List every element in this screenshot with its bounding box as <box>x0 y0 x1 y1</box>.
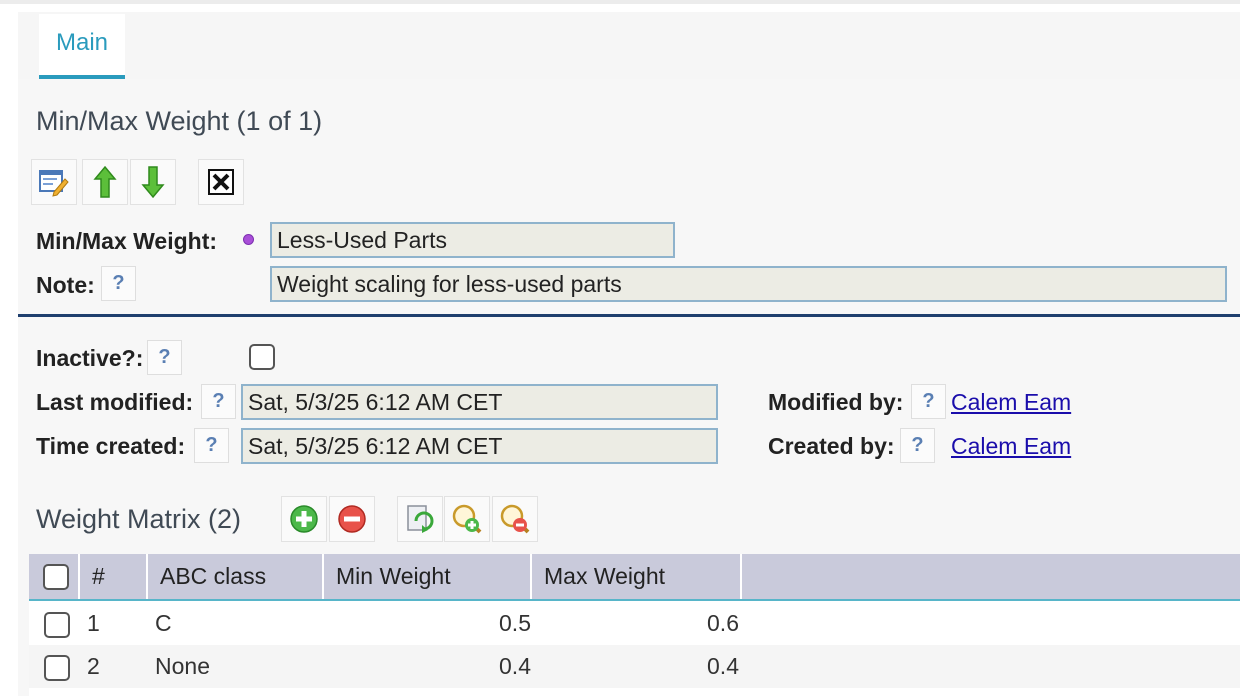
tab-bar: Main <box>18 12 1240 79</box>
column-header-max-weight[interactable]: Max Weight <box>532 554 742 599</box>
weight-matrix-grid: # ABC class Min Weight Max Weight 1 C 0.… <box>29 554 1240 696</box>
note-field[interactable]: Weight scaling for less-used parts <box>270 266 1227 302</box>
weight-label: Min/Max Weight: <box>36 228 218 254</box>
column-header-number[interactable]: # <box>80 554 148 599</box>
close-button[interactable] <box>198 159 244 205</box>
tab-main[interactable]: Main <box>39 14 125 79</box>
row-number: 1 <box>87 610 100 636</box>
grid-header: # ABC class Min Weight Max Weight <box>29 554 1240 601</box>
last-modified-label: Last modified: <box>36 389 194 415</box>
edit-icon <box>39 170 69 197</box>
remove-row-button[interactable] <box>329 496 375 542</box>
minus-circle-icon <box>338 505 366 533</box>
modified-by-link[interactable]: Calem Eam <box>951 389 1071 416</box>
created-by-label: Created by: <box>768 433 895 459</box>
row-max-weight: 0.4 <box>707 653 739 679</box>
row-abc-class: None <box>155 653 210 679</box>
move-down-button[interactable] <box>130 159 176 205</box>
plus-circle-icon <box>290 505 318 533</box>
arrow-down-icon <box>141 166 165 199</box>
table-row[interactable]: 2 None 0.4 0.4 <box>29 645 1240 688</box>
top-border <box>0 0 1240 4</box>
zoom-in-icon <box>452 504 482 534</box>
note-label: Note: <box>36 272 95 298</box>
row-checkbox[interactable] <box>44 655 70 681</box>
inactive-label: Inactive?: <box>36 345 144 371</box>
column-header-abc-class[interactable]: ABC class <box>148 554 324 599</box>
created-by-help-icon[interactable]: ? <box>900 428 935 463</box>
arrow-up-icon <box>93 165 117 198</box>
row-number: 2 <box>87 653 100 679</box>
created-by-link[interactable]: Calem Eam <box>951 433 1071 460</box>
time-created-field[interactable]: Sat, 5/3/25 6:12 AM CET <box>241 428 718 464</box>
add-row-button[interactable] <box>281 496 327 542</box>
zoom-out-button[interactable] <box>492 496 538 542</box>
time-created-help-icon[interactable]: ? <box>194 428 229 463</box>
table-row[interactable]: 1 C 0.5 0.6 <box>29 602 1240 645</box>
modified-by-help-icon[interactable]: ? <box>911 384 946 419</box>
matrix-title: Weight Matrix (2) <box>36 504 242 534</box>
last-modified-help-icon[interactable]: ? <box>201 384 236 419</box>
move-up-button[interactable] <box>82 159 128 205</box>
section-divider <box>18 314 1240 317</box>
row-min-weight: 0.4 <box>499 653 531 679</box>
refresh-icon <box>407 505 434 533</box>
note-help-icon[interactable]: ? <box>101 266 136 301</box>
zoom-out-icon <box>500 504 530 534</box>
inactive-help-icon[interactable]: ? <box>147 340 182 375</box>
zoom-in-button[interactable] <box>444 496 490 542</box>
inactive-checkbox[interactable] <box>249 344 275 370</box>
time-created-label: Time created: <box>36 433 186 459</box>
refresh-button[interactable] <box>397 496 443 542</box>
last-modified-field[interactable]: Sat, 5/3/25 6:12 AM CET <box>241 384 718 420</box>
row-min-weight: 0.5 <box>499 610 531 636</box>
required-icon <box>243 234 254 245</box>
close-icon <box>208 169 234 195</box>
weight-field[interactable]: Less-Used Parts <box>270 222 675 258</box>
section-title: Min/Max Weight (1 of 1) <box>36 106 323 136</box>
modified-by-label: Modified by: <box>768 389 904 415</box>
column-header-min-weight[interactable]: Min Weight <box>324 554 532 599</box>
row-checkbox[interactable] <box>44 612 70 638</box>
select-all-checkbox[interactable] <box>43 564 69 590</box>
edit-button[interactable] <box>31 159 77 205</box>
row-abc-class: C <box>155 610 172 636</box>
header-select-cell <box>29 554 80 599</box>
row-max-weight: 0.6 <box>707 610 739 636</box>
